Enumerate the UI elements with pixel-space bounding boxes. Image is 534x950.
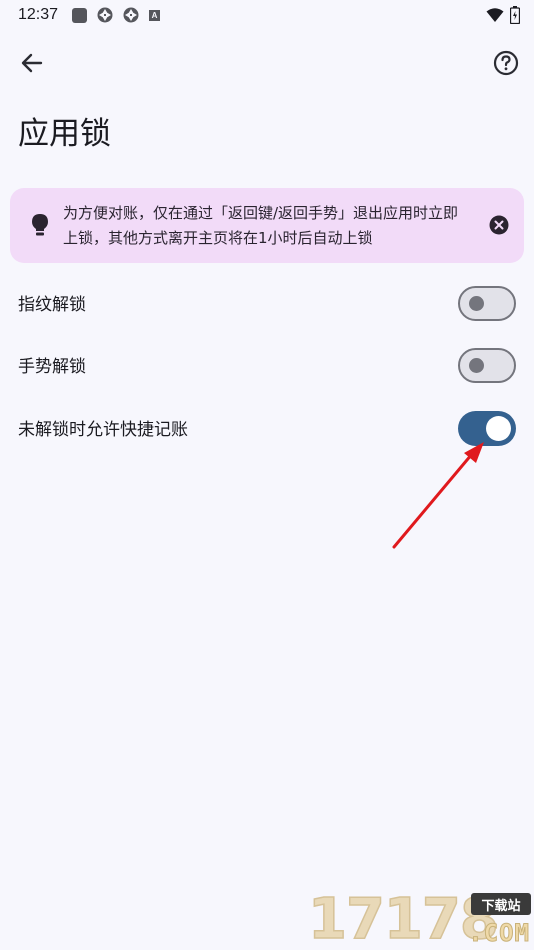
toggle-knob — [469, 358, 484, 373]
page-title: 应用锁 — [18, 116, 111, 152]
close-circle-icon — [489, 215, 509, 235]
setting-label-fingerprint: 指纹解锁 — [18, 295, 86, 315]
lightbulb-icon — [32, 214, 48, 236]
a-icon: A — [149, 9, 161, 21]
setting-row-gesture[interactable]: 手势解锁 — [0, 340, 534, 390]
setting-row-fingerprint[interactable]: 指纹解锁 — [0, 278, 534, 328]
watermark-tag: 下载站 — [471, 893, 531, 915]
status-bar: 12:37 A — [0, 0, 534, 30]
system-icons — [486, 6, 520, 24]
wifi-icon — [486, 8, 504, 22]
fingerprint-toggle[interactable] — [458, 286, 516, 321]
toggle-knob — [469, 296, 484, 311]
aperture-icon — [97, 7, 113, 23]
setting-label-gesture: 手势解锁 — [18, 357, 86, 377]
help-circle-icon — [493, 50, 519, 76]
watermark-logo: 17178 下载站 .COM — [307, 885, 534, 950]
aperture-icon — [123, 7, 139, 23]
back-button[interactable] — [18, 49, 46, 77]
square-notification-icon — [72, 7, 88, 23]
notification-icons: A — [72, 7, 161, 23]
gesture-toggle[interactable] — [458, 348, 516, 383]
battery-icon — [510, 6, 520, 24]
banner-close-button[interactable] — [489, 215, 509, 235]
info-banner: 为方便对账，仅在通过「返回键/返回手势」退出应用时立即上锁，其他方式离开主页将在… — [10, 188, 524, 263]
status-time: 12:37 — [18, 6, 59, 23]
toggle-knob — [486, 416, 511, 441]
banner-text: 为方便对账，仅在通过「返回键/返回手势」退出应用时立即上锁，其他方式离开主页将在… — [63, 204, 459, 247]
annotation-arrow-icon — [392, 442, 484, 549]
setting-label-quick-record: 未解锁时允许快捷记账 — [18, 420, 188, 440]
help-button[interactable] — [492, 49, 520, 77]
arrow-left-icon — [21, 53, 43, 73]
watermark-suffix: .COM — [468, 919, 530, 948]
